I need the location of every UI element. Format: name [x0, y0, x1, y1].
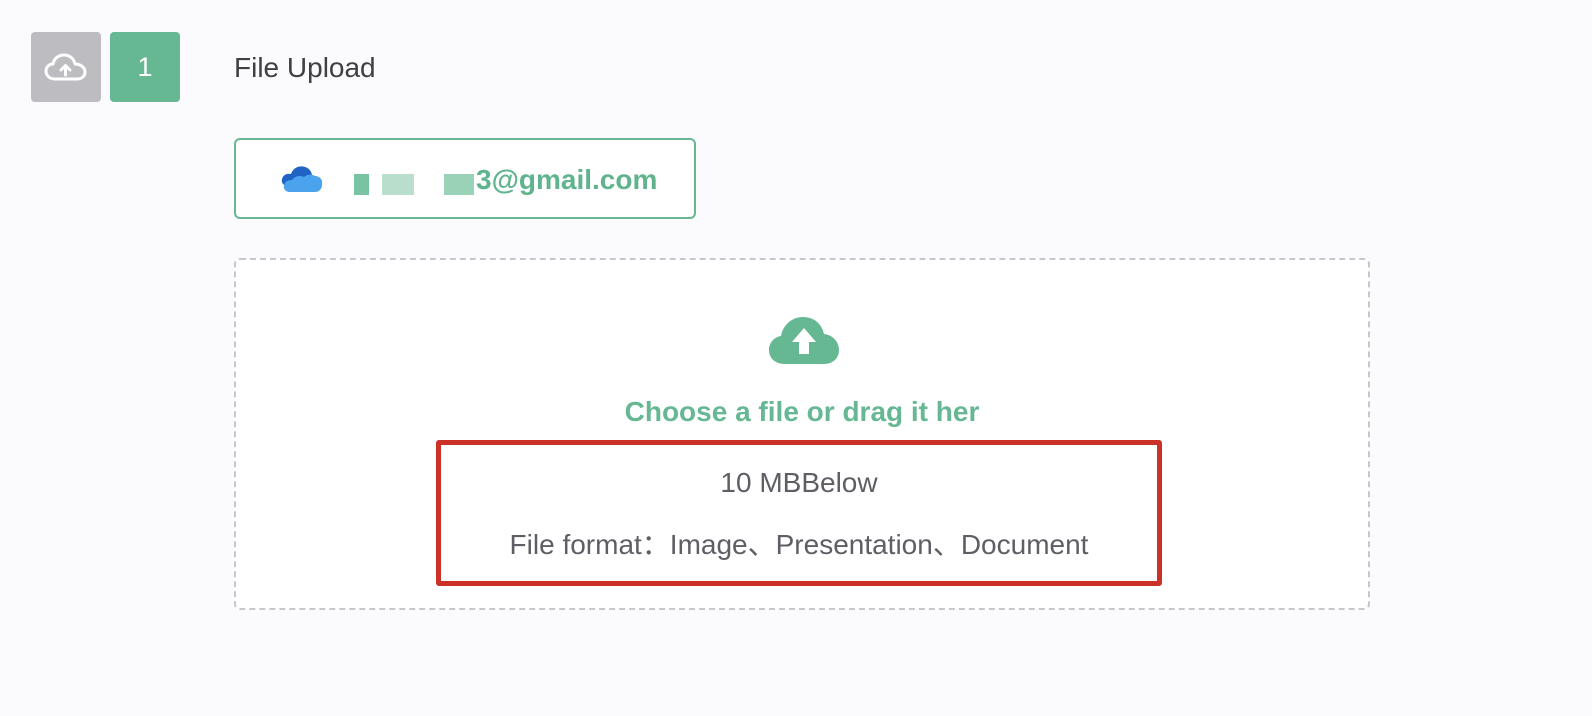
cloud-upload-outline-icon [44, 53, 87, 81]
section-title: File Upload [234, 52, 376, 83]
account-email: 3@gmail.com [476, 162, 657, 198]
file-format-info: File format：Image、Presentation、Document [509, 529, 1089, 560]
cloud-upload-icon [769, 317, 839, 364]
step-number-badge: 1 [110, 32, 180, 102]
step-number: 1 [137, 51, 153, 82]
email-prefix-partial: 3 [476, 164, 492, 195]
redacted-block [444, 174, 474, 195]
email-domain: @gmail.com [491, 164, 658, 195]
drop-zone-prompt[interactable]: Choose a file or drag it her [236, 394, 1368, 430]
file-upload-page: 1 File Upload 3@gmail.com Choose a file … [0, 0, 1592, 716]
cloud-account-button[interactable]: 3@gmail.com [234, 138, 696, 219]
cloud-upload-tab[interactable] [31, 32, 101, 102]
redacted-block [354, 174, 369, 195]
file-size-limit: 10 MBBelow [720, 467, 878, 498]
file-limits-highlight: 10 MBBelow File format：Image、Presentatio… [436, 440, 1162, 586]
redacted-block [382, 174, 414, 195]
onedrive-icon [281, 166, 323, 192]
file-drop-zone[interactable]: Choose a file or drag it her 10 MBBelow … [234, 258, 1370, 610]
